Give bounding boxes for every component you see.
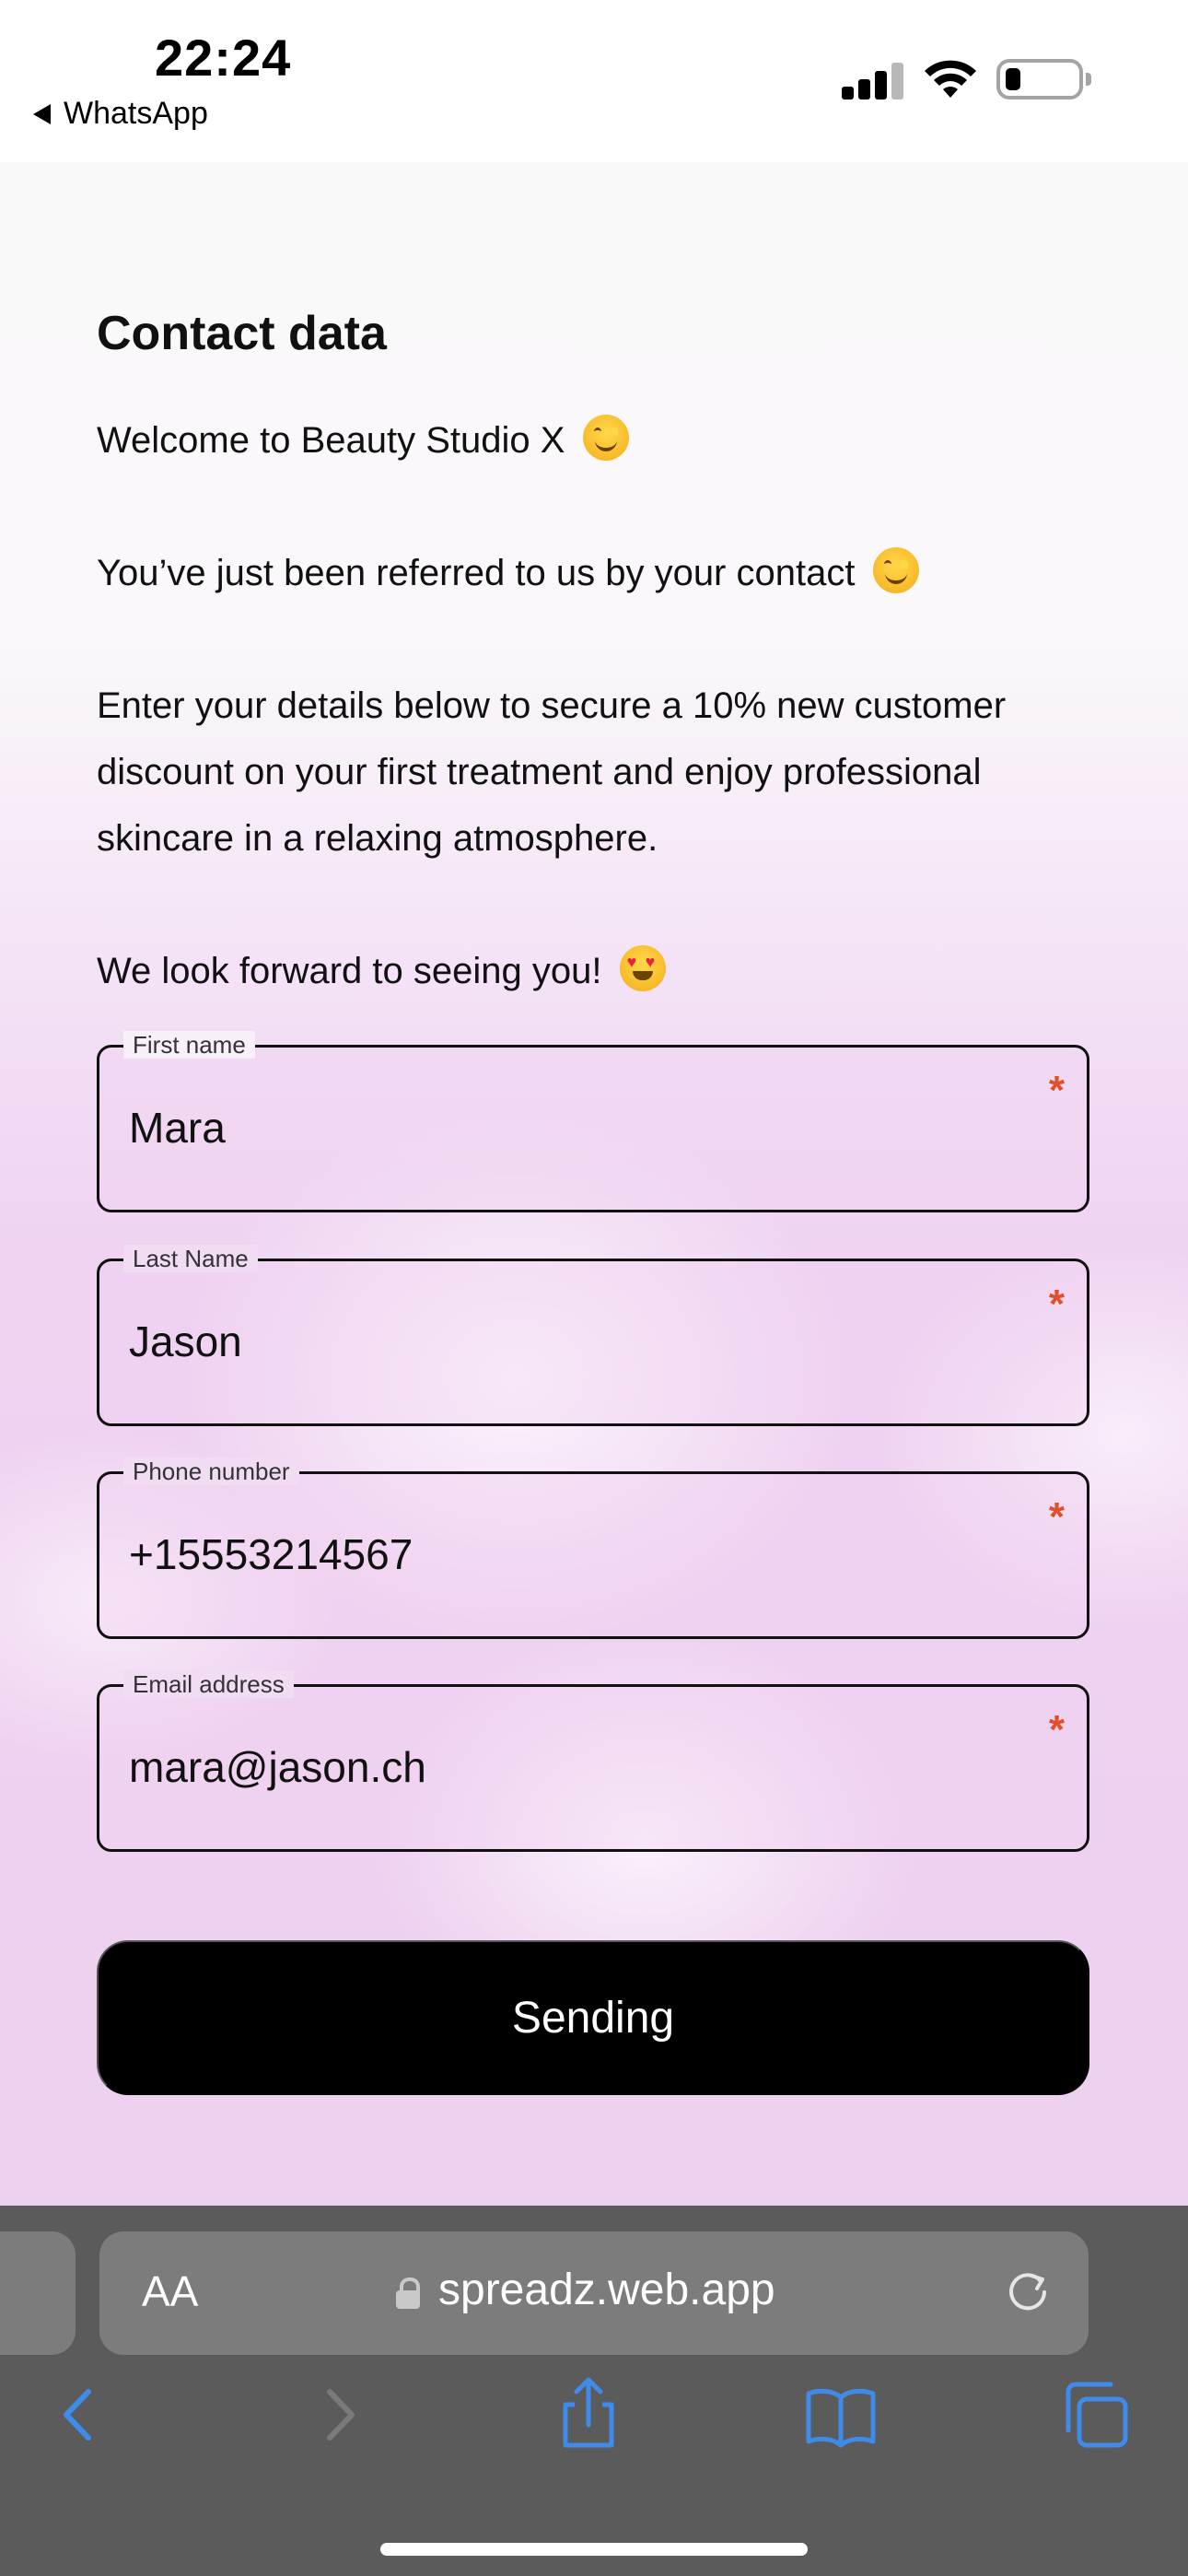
phone-number-field[interactable]: Phone number * bbox=[97, 1458, 1089, 1639]
back-triangle-icon bbox=[33, 103, 51, 124]
reader-options-button[interactable]: AA bbox=[142, 2266, 198, 2316]
welcome-text: Welcome to Beauty Studio X bbox=[97, 407, 629, 474]
referred-text: You’ve just been referred to us by your … bbox=[97, 540, 919, 606]
last-name-field[interactable]: Last Name * bbox=[97, 1245, 1089, 1426]
required-asterisk-icon: * bbox=[1048, 1282, 1065, 1327]
first-name-input[interactable] bbox=[129, 1103, 958, 1153]
back-app-label: WhatsApp bbox=[64, 96, 208, 131]
wifi-icon bbox=[925, 60, 976, 98]
required-asterisk-icon: * bbox=[1048, 1068, 1065, 1113]
web-content: Contact data Welcome to Beauty Studio X … bbox=[0, 162, 1188, 2206]
look-forward-text: We look forward to seeing you! ♥ ♥ bbox=[97, 938, 666, 1004]
email-address-field[interactable]: Email address * bbox=[97, 1670, 1089, 1852]
previous-tab-preview[interactable] bbox=[0, 2231, 76, 2355]
phone-number-label: Phone number bbox=[123, 1458, 299, 1485]
battery-icon bbox=[996, 59, 1091, 100]
look-forward-label: We look forward to seeing you! bbox=[97, 951, 602, 991]
safari-toolbar bbox=[0, 2373, 1188, 2502]
status-bar: 22:24 WhatsApp bbox=[0, 0, 1188, 162]
back-icon[interactable] bbox=[39, 2373, 122, 2456]
email-address-label: Email address bbox=[123, 1670, 294, 1698]
last-name-input[interactable] bbox=[129, 1317, 958, 1366]
forward-icon[interactable] bbox=[297, 2373, 379, 2456]
last-name-label: Last Name bbox=[123, 1245, 258, 1272]
email-address-input[interactable] bbox=[129, 1742, 958, 1792]
home-indicator[interactable] bbox=[380, 2543, 808, 2556]
screen: 22:24 WhatsApp Contact data Welcome to B… bbox=[0, 0, 1188, 2576]
details-text: Enter your details below to secure a 10%… bbox=[97, 685, 1007, 859]
required-asterisk-icon: * bbox=[1048, 1494, 1065, 1540]
back-to-app-link[interactable]: WhatsApp bbox=[33, 96, 208, 132]
first-name-field[interactable]: First name * bbox=[97, 1031, 1089, 1212]
safari-bottom-bar: AA spreadz.web.app bbox=[0, 2206, 1188, 2576]
heart-eyes-emoji-icon: ♥ ♥ bbox=[619, 945, 666, 991]
page-title: Contact data bbox=[97, 307, 387, 360]
lock-icon bbox=[396, 2277, 420, 2309]
reload-icon[interactable] bbox=[1004, 2268, 1052, 2316]
smiling-face-emoji-icon bbox=[582, 415, 629, 461]
smiling-face-emoji-icon bbox=[872, 547, 919, 593]
bookmarks-icon[interactable] bbox=[799, 2373, 882, 2456]
url-text[interactable]: spreadz.web.app bbox=[438, 2265, 775, 2315]
referred-text-label: You’ve just been referred to us by your … bbox=[97, 553, 856, 593]
submit-button[interactable]: Sending bbox=[97, 1940, 1089, 2095]
share-icon[interactable] bbox=[547, 2373, 630, 2456]
phone-number-input[interactable] bbox=[129, 1529, 958, 1579]
welcome-text-label: Welcome to Beauty Studio X bbox=[97, 420, 565, 461]
cellular-signal-icon bbox=[842, 63, 904, 100]
battery-level bbox=[1006, 68, 1020, 90]
tabs-icon[interactable] bbox=[1054, 2373, 1136, 2456]
required-asterisk-icon: * bbox=[1048, 1707, 1065, 1752]
address-bar[interactable]: AA spreadz.web.app bbox=[99, 2231, 1089, 2355]
status-time: 22:24 bbox=[155, 29, 292, 87]
first-name-label: First name bbox=[123, 1031, 255, 1059]
